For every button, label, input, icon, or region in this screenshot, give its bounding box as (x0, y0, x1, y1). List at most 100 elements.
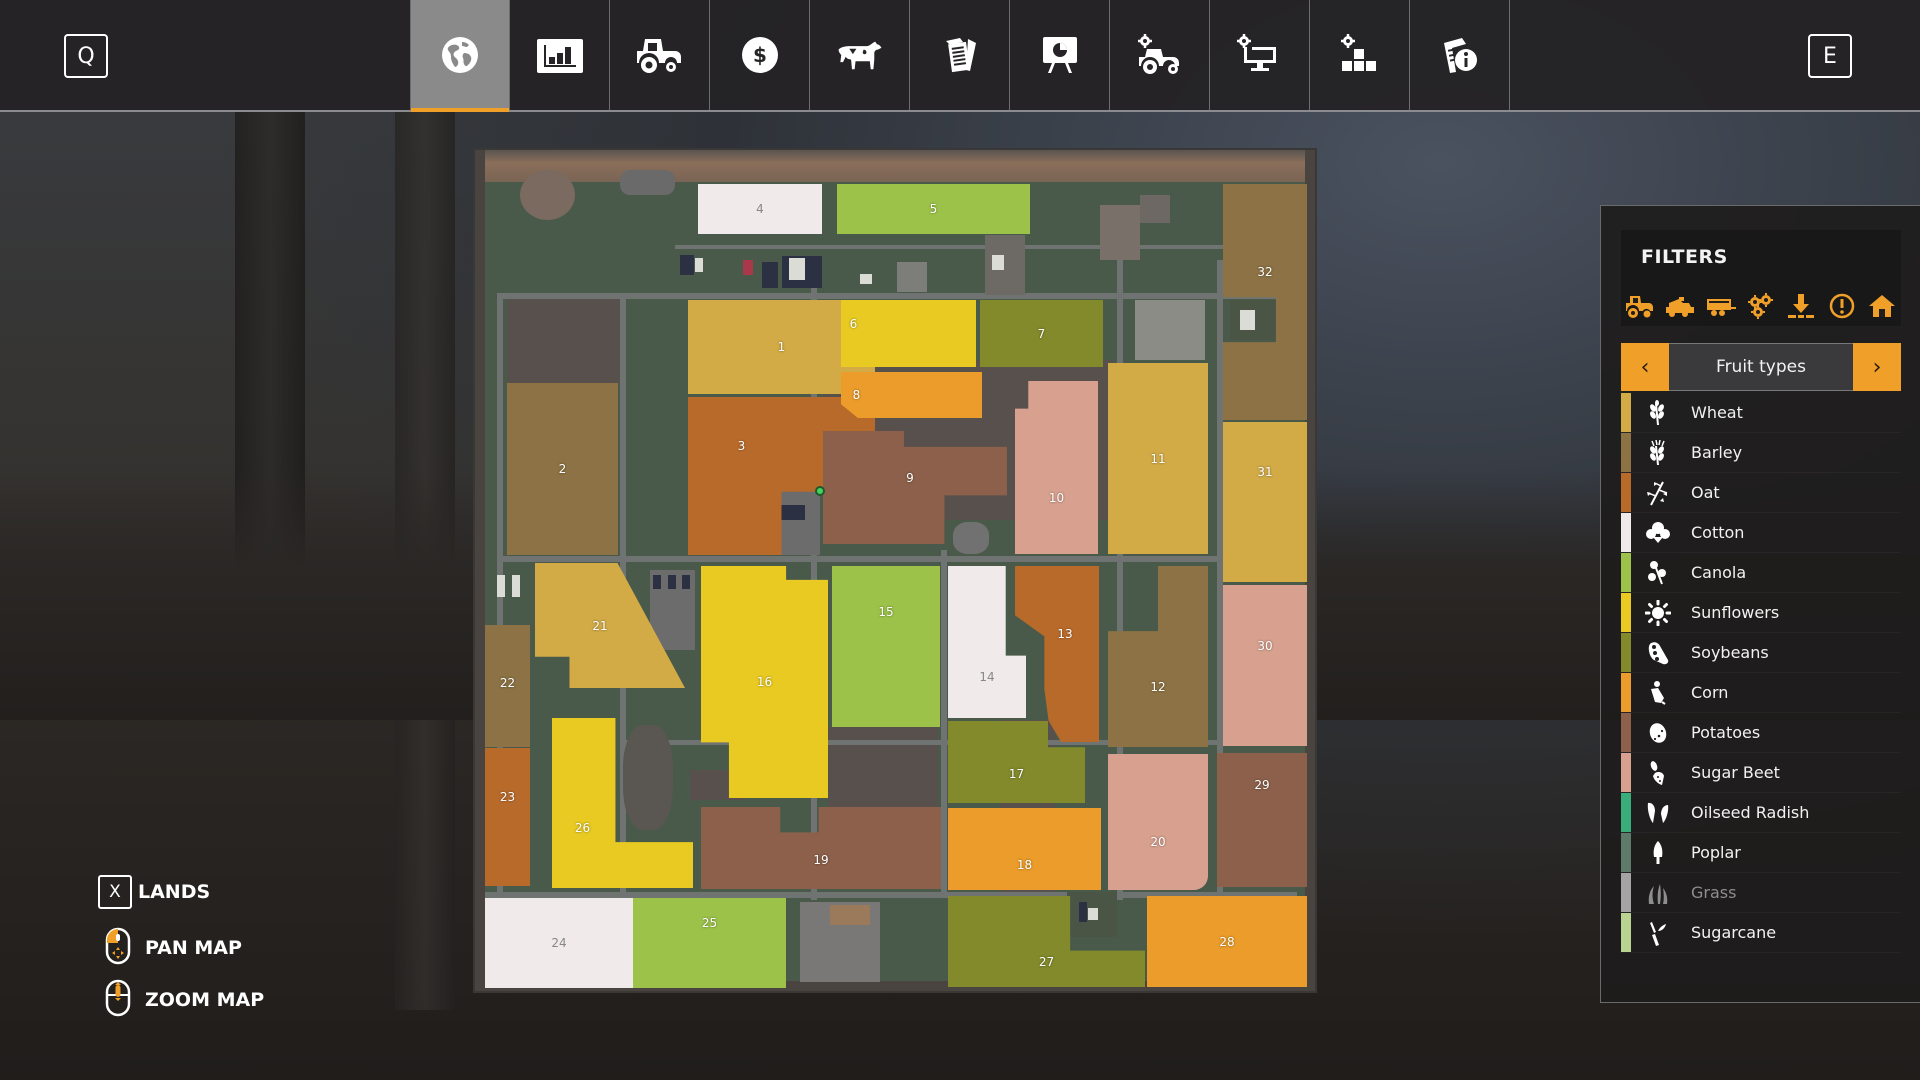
tab-map[interactable] (410, 0, 510, 112)
fruit-type-list: Wheat Barley Oat Cotton Canola Sunflower… (1621, 393, 1901, 953)
filter-production[interactable] (1742, 286, 1780, 326)
field-23[interactable]: 23 (485, 748, 530, 886)
fruit-item-oilseed-radish[interactable]: Oilseed Radish (1621, 793, 1901, 833)
fruit-name: Sunflowers (1691, 603, 1780, 622)
field-2[interactable]: 2 (507, 383, 618, 555)
tab-garage[interactable] (1110, 0, 1210, 110)
fruit-item-poplar[interactable]: Poplar (1621, 833, 1901, 873)
corn-icon (1651, 680, 1666, 705)
field-7[interactable]: 7 (980, 300, 1103, 367)
fruit-item-barley[interactable]: Barley (1621, 433, 1901, 473)
potato-icon (1649, 722, 1667, 743)
field-25[interactable]: 25 (633, 898, 786, 988)
field-label: 22 (499, 676, 516, 690)
yard (953, 522, 989, 554)
next-page-key-e[interactable]: E (1808, 34, 1852, 78)
field-18[interactable]: 18 (948, 808, 1101, 890)
sugarcane-icon (1650, 921, 1666, 946)
tab-help[interactable] (1410, 0, 1510, 110)
color-swatch (1621, 593, 1631, 632)
tab-finances[interactable]: $ (710, 0, 810, 110)
canola-icon (1648, 560, 1666, 584)
field-22[interactable]: 22 (485, 625, 530, 747)
field-4[interactable]: 4 (698, 184, 822, 234)
field-12[interactable]: 12 (1108, 566, 1208, 747)
fruit-item-sugar-beet[interactable]: Sugar Beet (1621, 753, 1901, 793)
cotton-icon (1646, 521, 1670, 543)
building (512, 575, 520, 597)
farm-map[interactable]: 1 2 3 4 5 6 7 8 9 10 11 12 13 14 15 16 1… (473, 148, 1317, 993)
tab-vehicles[interactable] (610, 0, 710, 110)
fruit-item-soybeans[interactable]: Soybeans (1621, 633, 1901, 673)
field-14[interactable]: 14 (948, 566, 1026, 718)
field-label: 3 (737, 439, 746, 453)
prev-page-key-q[interactable]: Q (64, 34, 108, 78)
road (497, 293, 1297, 299)
field-13[interactable]: 13 (1015, 566, 1099, 742)
lands-control[interactable]: X LANDS (98, 875, 210, 909)
tab-general-settings[interactable] (1310, 0, 1410, 110)
field-28[interactable]: 28 (1147, 896, 1307, 987)
tab-animals[interactable] (810, 0, 910, 110)
fruit-item-corn[interactable]: Corn (1621, 673, 1901, 713)
building (1079, 902, 1087, 922)
color-swatch (1621, 833, 1631, 872)
yard (1230, 300, 1280, 340)
field-29[interactable]: 29 (1217, 753, 1307, 887)
filter-trailer[interactable] (1702, 286, 1740, 326)
fruit-item-potatoes[interactable]: Potatoes (1621, 713, 1901, 753)
road (941, 550, 947, 895)
alert-circle-icon (1829, 293, 1854, 319)
map-edge (475, 150, 485, 991)
field-5[interactable]: 5 (837, 184, 1030, 234)
house-icon (1868, 295, 1895, 317)
field-6[interactable]: 6 (841, 300, 976, 367)
field-19[interactable]: 19 (701, 807, 941, 889)
field-20[interactable]: 20 (1108, 754, 1208, 890)
fruit-item-cotton[interactable]: Cotton (1621, 513, 1901, 553)
fruit-name: Wheat (1691, 403, 1743, 422)
filter-buildings[interactable] (1863, 286, 1901, 326)
field-11[interactable]: 11 (1108, 363, 1208, 554)
fruit-name: Corn (1691, 683, 1729, 702)
filter-selling-points[interactable] (1782, 286, 1820, 326)
field-24[interactable]: 24 (485, 898, 633, 988)
building (1088, 908, 1098, 920)
field-15[interactable]: 15 (832, 566, 940, 727)
field-8[interactable]: 8 (841, 372, 982, 418)
grass-icon (1648, 883, 1668, 904)
filter-tractor[interactable] (1621, 286, 1659, 326)
fruit-item-canola[interactable]: Canola (1621, 553, 1901, 593)
tab-contracts[interactable] (910, 0, 1010, 110)
top-menu-bar: Q $ E (0, 0, 1920, 112)
color-swatch (1621, 553, 1631, 592)
color-swatch (1621, 673, 1631, 712)
fruit-item-oat[interactable]: Oat (1621, 473, 1901, 513)
tab-price-chart[interactable] (1010, 0, 1110, 110)
harvester-icon (1666, 297, 1695, 317)
selector-next-button[interactable]: › (1853, 343, 1901, 391)
empty-plot (828, 727, 938, 807)
field-16[interactable]: 16 (701, 566, 828, 798)
field-label: 27 (1038, 954, 1055, 969)
oilseed-radish-icon (1647, 802, 1669, 823)
tab-production[interactable] (1210, 0, 1310, 110)
fruit-item-grass[interactable]: Grass (1621, 873, 1901, 913)
field-30[interactable]: 30 (1223, 585, 1307, 746)
yard (620, 170, 675, 195)
tab-statistics[interactable] (510, 0, 610, 110)
selector-prev-button[interactable]: ‹ (1621, 343, 1669, 391)
fruit-item-sunflowers[interactable]: Sunflowers (1621, 593, 1901, 633)
fruit-item-sugarcane[interactable]: Sugarcane (1621, 913, 1901, 953)
field-31[interactable]: 31 (1223, 422, 1307, 582)
filter-harvester[interactable] (1661, 286, 1699, 326)
building (695, 258, 703, 272)
field-label: 32 (1257, 265, 1273, 279)
field-label: 23 (499, 790, 516, 804)
filter-alerts[interactable] (1823, 286, 1861, 326)
fruit-item-wheat[interactable]: Wheat (1621, 393, 1901, 433)
fruit-name: Barley (1691, 443, 1743, 462)
chart-icon (536, 39, 583, 73)
pond-area (520, 170, 575, 220)
filters-header: FILTERS (1621, 230, 1901, 286)
